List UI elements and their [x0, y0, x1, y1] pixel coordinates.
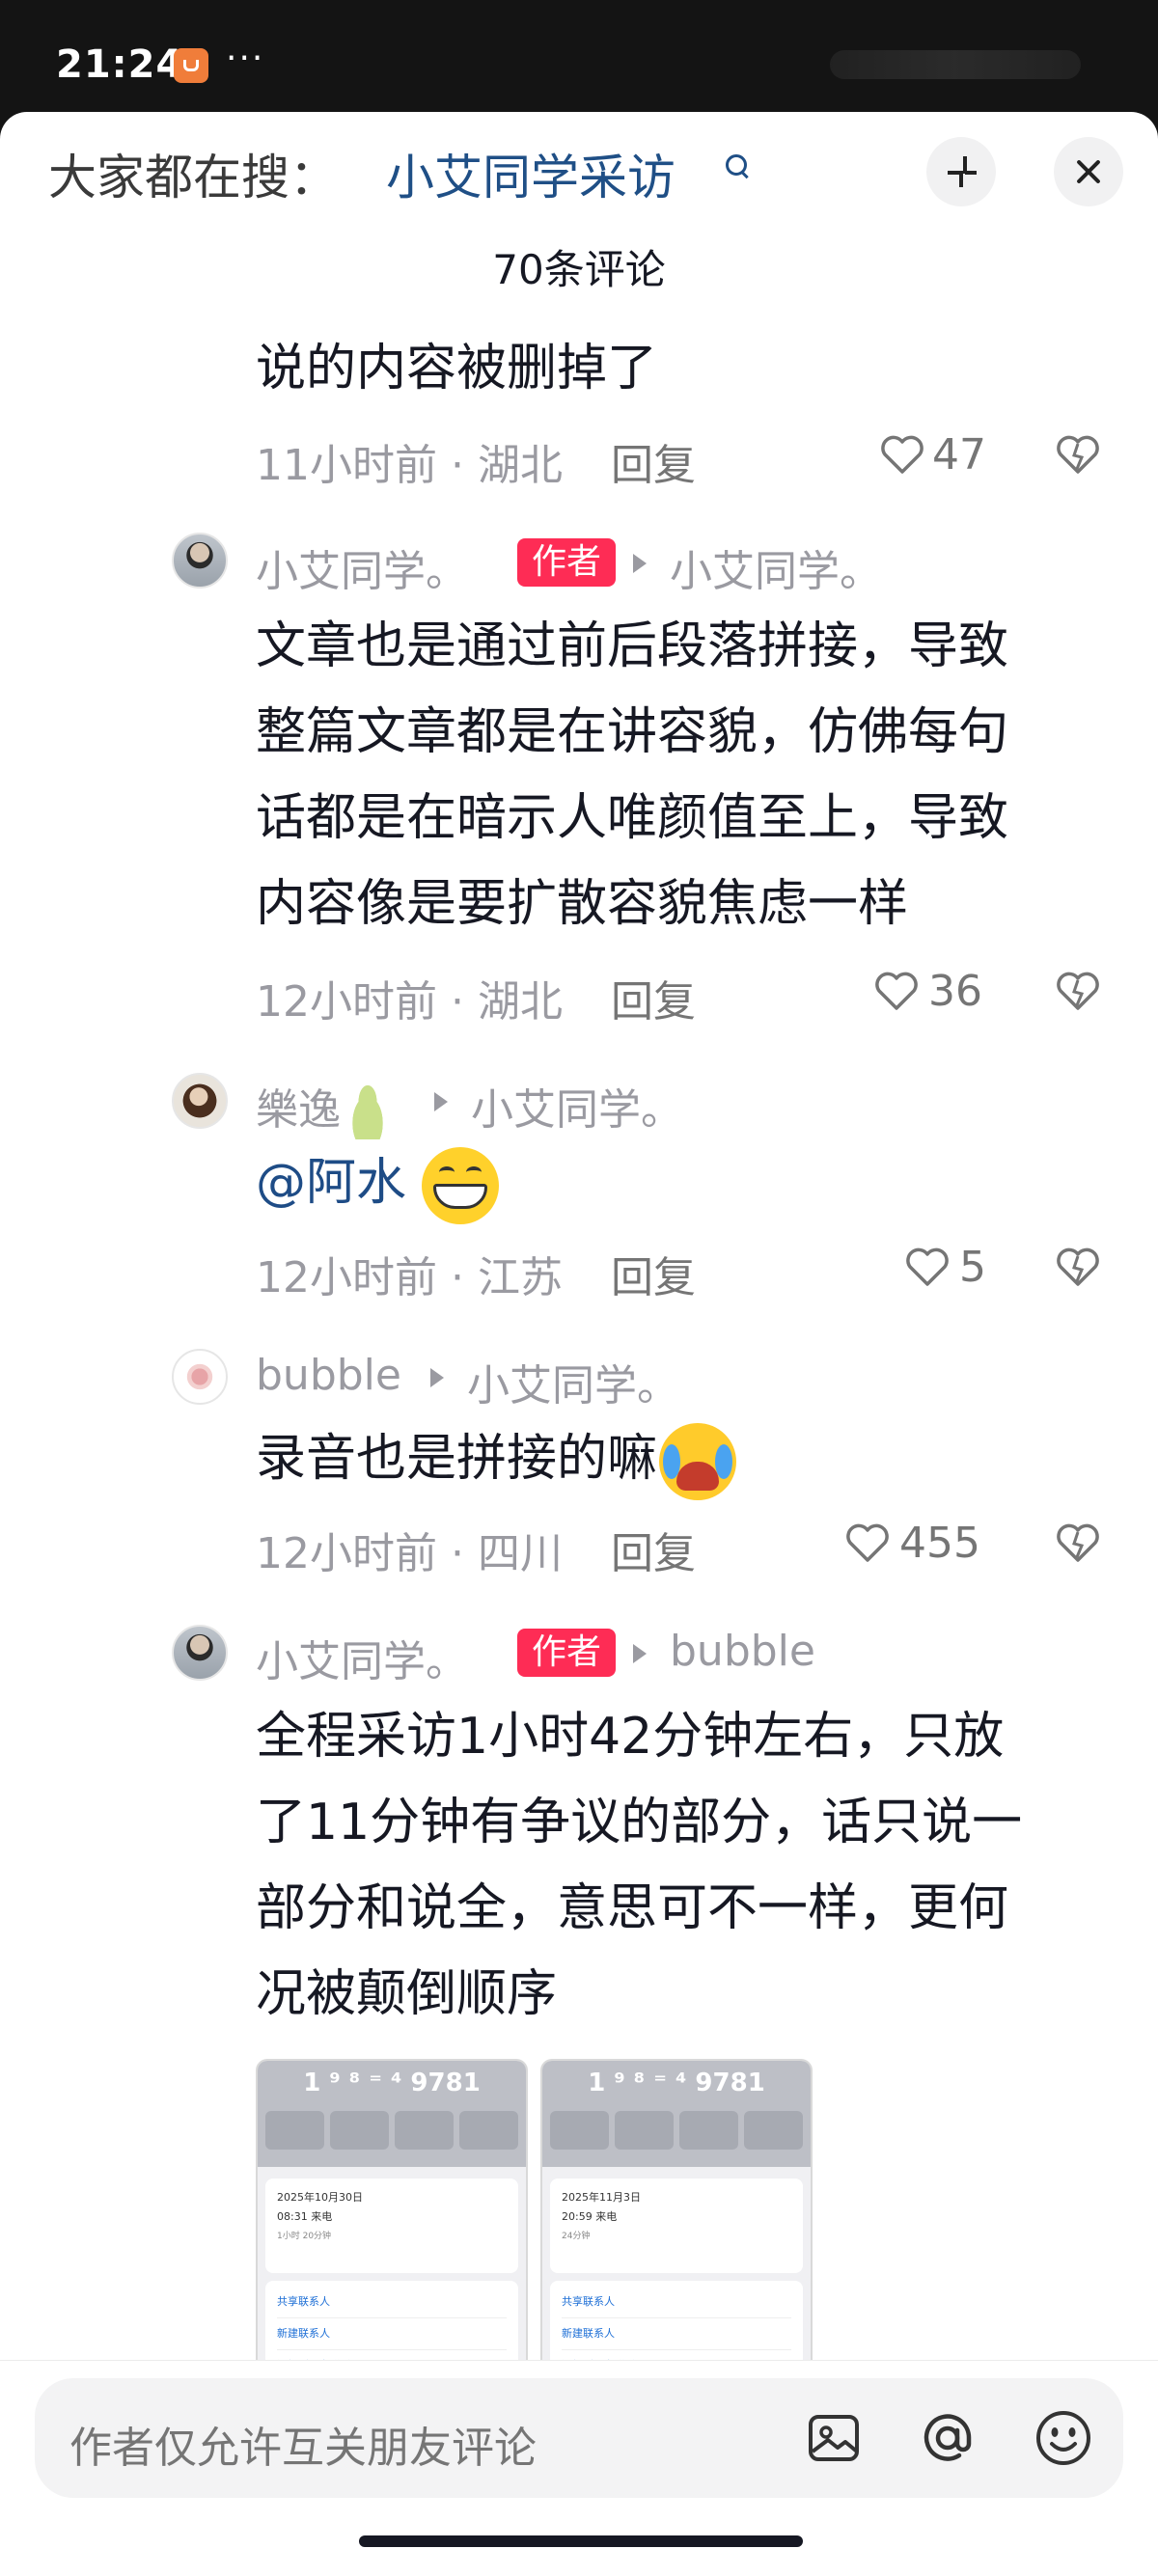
avatar[interactable]	[172, 1349, 228, 1405]
heart-icon[interactable]	[845, 1522, 890, 1563]
comment-time: 12小时前	[256, 977, 437, 1027]
status-bar: 21:24 ···	[0, 0, 1158, 116]
comment-sheet: 大家都在搜： 小艾同学采访 70条评论 说的内容被删掉了 11小时前 · 湖北 …	[0, 112, 1158, 2576]
call-number: 1 ⁹ ⁸ ⁼ ⁴ 9781	[303, 2069, 481, 2097]
like-count: 455	[899, 1519, 980, 1568]
reply-arrow-icon	[434, 1092, 448, 1111]
home-indicator	[359, 2535, 803, 2547]
comment-time: 12小时前	[256, 1253, 437, 1302]
dislike-icon[interactable]	[1056, 1247, 1100, 1287]
at-icon[interactable]	[917, 2407, 979, 2469]
comment-location: 江苏	[477, 1253, 563, 1302]
call-number: 1 ⁹ ⁸ ⁼ ⁴ 9781	[588, 2069, 765, 2097]
comment-body: 录音也是拼接的嘛	[256, 1416, 1105, 1502]
collapse-button[interactable]	[926, 137, 996, 206]
search-icon[interactable]	[726, 154, 747, 176]
comment-meta: 11小时前 · 湖北 回复	[256, 441, 696, 490]
close-button[interactable]	[1054, 137, 1123, 206]
search-term-link[interactable]: 小艾同学采访	[386, 139, 676, 208]
reply-arrow-icon	[633, 1644, 647, 1663]
heart-icon[interactable]	[874, 971, 919, 1011]
comment-count: 70条评论	[492, 246, 666, 293]
status-more-icon: ···	[226, 39, 265, 78]
dislike-icon[interactable]	[1056, 971, 1100, 1011]
like-count: 36	[928, 967, 982, 1016]
status-indicators	[830, 50, 1081, 79]
laugh-cry-emoji	[659, 1423, 737, 1500]
dislike-icon[interactable]	[1056, 1522, 1100, 1563]
heart-icon[interactable]	[905, 1247, 950, 1287]
comment-meta: 12小时前 · 四川 回复	[256, 1529, 696, 1578]
avatar[interactable]	[172, 533, 228, 589]
call-record: 2025年11月3日 20:59 来电 24分钟	[550, 2179, 803, 2273]
comment-location: 四川	[477, 1529, 563, 1578]
comment-body: 文章也是通过前后段落拼接，导致 整篇文章都是在讲容貌，仿佛每句 话都是在暗示人唯…	[256, 617, 1009, 933]
comment-time: 11小时前	[256, 441, 437, 490]
comment-user[interactable]: 樂逸	[256, 1075, 389, 1139]
reply-button[interactable]: 回复	[611, 1529, 696, 1578]
comment-user[interactable]: 小艾同学。	[256, 536, 468, 598]
status-time: 21:24	[56, 42, 184, 87]
comment-meta: 12小时前 · 江苏 回复	[256, 1253, 696, 1302]
author-badge: 作者	[517, 1629, 616, 1677]
comment-body: 全程采访1小时42分钟左右，只放 了11分钟有争议的部分，话只说一 部分和说全，…	[256, 1708, 1023, 2023]
heart-icon[interactable]	[880, 434, 924, 475]
reply-arrow-icon	[430, 1368, 444, 1387]
reply-target-user[interactable]: 小艾同学。	[467, 1351, 679, 1412]
call-record: 2025年10月30日 08:31 来电 1小时 20分钟	[265, 2179, 518, 2273]
comment-location: 湖北	[477, 441, 563, 490]
comment-time: 12小时前	[256, 1529, 437, 1578]
image-icon[interactable]	[803, 2407, 865, 2469]
mention-link[interactable]: @阿水	[256, 1154, 406, 1212]
reply-button[interactable]: 回复	[611, 977, 696, 1027]
pear-emoji	[346, 1085, 389, 1139]
comment-body: 说的内容被删掉了	[256, 340, 658, 397]
avatar[interactable]	[172, 1625, 228, 1681]
grin-emoji	[422, 1147, 500, 1224]
input-placeholder: 作者仅允许互关朋友评论	[69, 2424, 537, 2473]
comment-input[interactable]: 作者仅允许互关朋友评论	[35, 2378, 1123, 2498]
comment-user[interactable]: bubble	[256, 1351, 401, 1400]
emoji-icon[interactable]	[1033, 2407, 1094, 2469]
comment-body: @阿水	[256, 1140, 1105, 1226]
comment-location: 湖北	[477, 977, 563, 1027]
reply-target-user[interactable]: 小艾同学。	[471, 1075, 683, 1137]
comment-meta: 12小时前 · 湖北 回复	[256, 977, 696, 1027]
author-badge: 作者	[517, 538, 616, 587]
comment-user[interactable]: 小艾同学。	[256, 1627, 468, 1688]
dislike-icon[interactable]	[1056, 434, 1100, 475]
reply-button[interactable]: 回复	[611, 441, 696, 490]
app-notification-icon	[174, 48, 208, 83]
avatar[interactable]	[172, 1073, 228, 1129]
reply-target-user[interactable]: bubble	[670, 1627, 815, 1676]
like-count: 47	[932, 430, 986, 480]
reply-arrow-icon	[633, 554, 647, 573]
reply-target-user[interactable]: 小艾同学。	[670, 536, 882, 598]
search-prefix: 大家都在搜：	[48, 150, 338, 206]
like-count: 5	[959, 1243, 986, 1292]
reply-button[interactable]: 回复	[611, 1253, 696, 1302]
